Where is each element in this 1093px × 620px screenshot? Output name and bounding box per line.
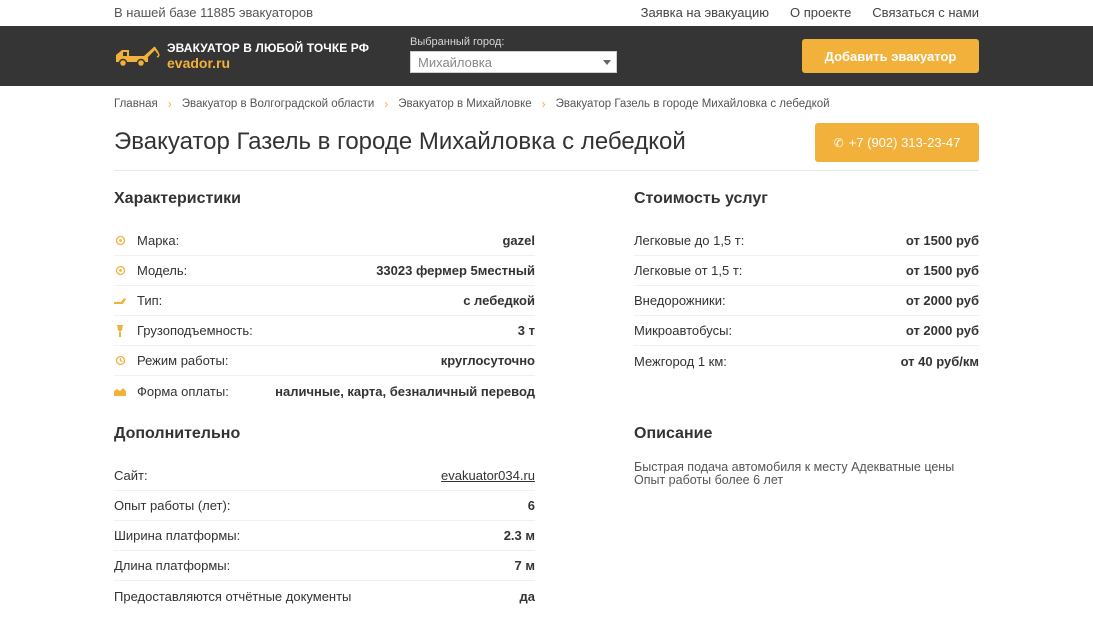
extra-value: 2.3 м (503, 528, 535, 543)
table-row: Внедорожники: от 2000 руб (634, 286, 979, 316)
extra-label: Длина платформы: (114, 558, 231, 573)
extra-title: Дополнительно (114, 425, 241, 442)
table-row: Сайт: evakuator034.ru (114, 461, 535, 491)
price-value: от 1500 руб (905, 263, 979, 278)
about-link[interactable]: О проекте (790, 5, 851, 20)
spec-label: Форма оплаты: (137, 383, 229, 399)
price-label: Легковые до 1,5 т: (634, 233, 745, 248)
extra-label: Сайт: (114, 468, 148, 483)
city-select[interactable]: Михайловка (410, 51, 617, 73)
price-label: Межгород 1 км: (634, 353, 727, 369)
specs-title: Характеристики (114, 190, 242, 207)
description-text: Быстрая подача автомобиля к месту Адеква… (634, 460, 955, 487)
winch-icon (114, 295, 126, 307)
extra-label: Ширина платформы: (114, 528, 241, 543)
table-row: Опыт работы (лет): 6 (114, 491, 535, 521)
extra-value: 7 м (514, 558, 535, 573)
site-logo[interactable]: ЭВАКУАТОР В ЛЮБОЙ ТОЧКЕ РФ evador.ru (114, 41, 369, 71)
table-row: Модель: 33023 фермер 5местный (114, 256, 535, 286)
table-row: Легковые до 1,5 т: от 1500 руб (634, 226, 979, 256)
site-header: ЭВАКУАТОР В ЛЮБОЙ ТОЧКЕ РФ evador.ru Выб… (0, 26, 1093, 86)
price-value: от 2000 руб (905, 323, 979, 338)
contact-link[interactable]: Связаться с нами (872, 5, 979, 20)
spec-value: gazel (502, 233, 535, 248)
description-title: Описание (634, 425, 713, 442)
breadcrumb-separator-icon: › (541, 97, 546, 111)
database-count: В нашей базе 11885 эвакуаторов (114, 5, 314, 20)
table-row: Межгород 1 км: от 40 руб/км (634, 346, 979, 376)
divider (114, 170, 979, 171)
city-label: Выбранный город: (410, 36, 505, 48)
table-row: Ширина платформы: 2.3 м (114, 521, 535, 551)
spec-label: Режим работы: (137, 353, 229, 368)
spec-value: 3 т (517, 323, 535, 338)
price-value: от 40 руб/км (900, 353, 979, 369)
table-row: Длина платформы: 7 м (114, 551, 535, 581)
website-link[interactable]: evakuator034.ru (441, 468, 535, 483)
tow-truck-icon (116, 46, 160, 68)
table-row: Форма оплаты: наличные, карта, безналичн… (114, 376, 535, 406)
logo-domain: evador.ru (167, 55, 231, 71)
price-value: от 1500 руб (905, 233, 979, 248)
table-row: Тип: с лебедкой (114, 286, 535, 316)
weight-icon (114, 324, 126, 337)
price-label: Легковые от 1,5 т: (634, 263, 743, 278)
table-row: Грузоподъемность: 3 т (114, 316, 535, 346)
top-bar: В нашей базе 11885 эвакуаторов Заявка на… (0, 0, 1093, 26)
extra-value: да (519, 588, 535, 604)
spec-label: Марка: (137, 233, 180, 248)
extra-label: Опыт работы (лет): (114, 498, 231, 513)
city-selector: Выбранный город: Михайловка (410, 36, 617, 73)
breadcrumb-current: Эвакуатор Газель в городе Михайловка с л… (555, 98, 830, 110)
phone-icon: ✆ (833, 135, 844, 150)
breadcrumb-region[interactable]: Эвакуатор в Волгоградской области (182, 98, 375, 110)
phone-button[interactable]: ✆ +7 (902) 313-23-47 (815, 123, 979, 162)
price-label: Внедорожники: (634, 293, 726, 308)
spec-value: круглосуточно (440, 353, 535, 368)
extra-label: Предоставляются отчётные документы (114, 588, 352, 604)
logo-tagline: ЭВАКУАТОР В ЛЮБОЙ ТОЧКЕ РФ (167, 41, 370, 55)
prices-title: Стоимость услуг (634, 190, 768, 207)
gear-icon (114, 235, 126, 247)
spec-value: наличные, карта, безналичный перевод (275, 383, 535, 399)
breadcrumb: Главная › Эвакуатор в Волгоградской обла… (114, 97, 830, 111)
city-select-value: Михайловка (418, 55, 493, 70)
spec-label: Модель: (137, 263, 188, 278)
breadcrumb-separator-icon: › (167, 97, 172, 111)
price-value: от 2000 руб (905, 293, 979, 308)
gear-icon (114, 265, 126, 277)
spec-value: 33023 фермер 5местный (376, 263, 535, 278)
prices-table: Легковые до 1,5 т: от 1500 руб Легковые … (634, 226, 979, 376)
table-row: Легковые от 1,5 т: от 1500 руб (634, 256, 979, 286)
extra-value: 6 (527, 498, 535, 513)
page-title: Эвакуатор Газель в городе Михайловка с л… (114, 128, 686, 155)
table-row: Предоставляются отчётные документы да (114, 581, 535, 611)
specs-table: Марка: gazel Модель: 33023 фермер 5местн… (114, 226, 535, 406)
table-row: Режим работы: круглосуточно (114, 346, 535, 376)
table-row: Марка: gazel (114, 226, 535, 256)
breadcrumb-home[interactable]: Главная (114, 98, 158, 110)
spec-value: с лебедкой (463, 293, 535, 308)
phone-number: +7 (902) 313-23-47 (848, 135, 961, 150)
chevron-down-icon (603, 60, 611, 65)
spec-label: Тип: (137, 293, 163, 308)
price-label: Микроавтобусы: (634, 323, 733, 338)
extra-table: Сайт: evakuator034.ru Опыт работы (лет):… (114, 461, 535, 611)
add-tow-truck-button[interactable]: Добавить эвакуатор (802, 39, 979, 73)
request-evacuation-link[interactable]: Заявка на эвакуацию (641, 5, 769, 20)
top-links: Заявка на эвакуацию О проекте Связаться … (641, 5, 979, 20)
table-row: Микроавтобусы: от 2000 руб (634, 316, 979, 346)
clock-icon (114, 355, 126, 367)
breadcrumb-city[interactable]: Эвакуатор в Михайловке (398, 98, 531, 110)
wallet-icon (114, 385, 126, 397)
breadcrumb-separator-icon: › (384, 97, 389, 111)
spec-label: Грузоподъемность: (137, 323, 253, 338)
